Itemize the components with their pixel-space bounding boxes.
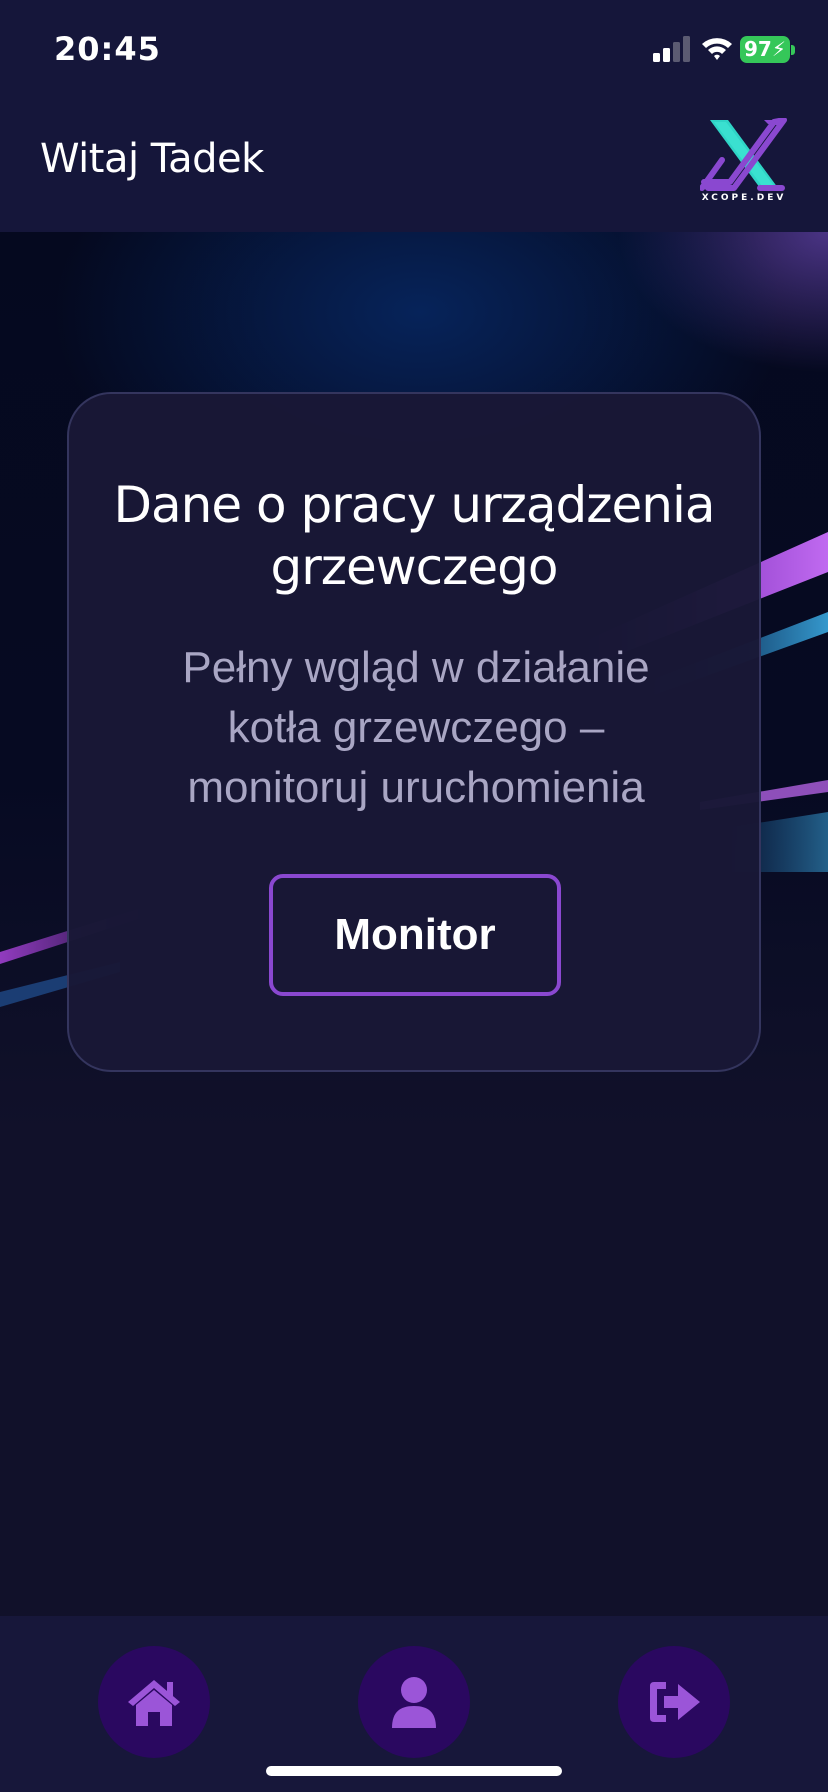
tab-logout-button[interactable] — [618, 1646, 730, 1758]
wifi-icon — [702, 38, 732, 60]
home-icon — [128, 1680, 180, 1726]
app-header: Witaj Tadek XCOPE.DEV — [0, 96, 828, 232]
battery-tip — [791, 45, 795, 55]
greeting-title: Witaj Tadek — [40, 136, 264, 182]
cellular-signal-icon — [653, 36, 690, 62]
battery-level: 97 — [744, 37, 772, 61]
home-indicator — [266, 1766, 562, 1776]
info-card: Dane o pracy urządzenia grzewczego Pełny… — [67, 392, 761, 1072]
battery-icon: 97⚡ — [740, 36, 790, 63]
status-time: 20:45 — [54, 30, 161, 68]
tab-home-button[interactable] — [98, 1646, 210, 1758]
logout-icon — [650, 1682, 700, 1722]
card-description: Pełny wgląd w działanie kotła grzewczego… — [182, 643, 650, 812]
card-title: Dane o pracy urządzenia grzewczego — [113, 476, 716, 596]
charging-bolt-icon: ⚡ — [771, 37, 786, 61]
status-bar: 20:45 97⚡ — [0, 0, 828, 96]
logo-text: XCOPE.DEV — [701, 193, 787, 203]
user-icon — [392, 1677, 436, 1728]
monitor-button[interactable]: Monitor — [269, 874, 561, 996]
app-screen: 20:45 97⚡ Witaj Tadek XCOPE.DEV Dane o p… — [0, 0, 828, 1792]
tab-profile-button[interactable] — [358, 1646, 470, 1758]
